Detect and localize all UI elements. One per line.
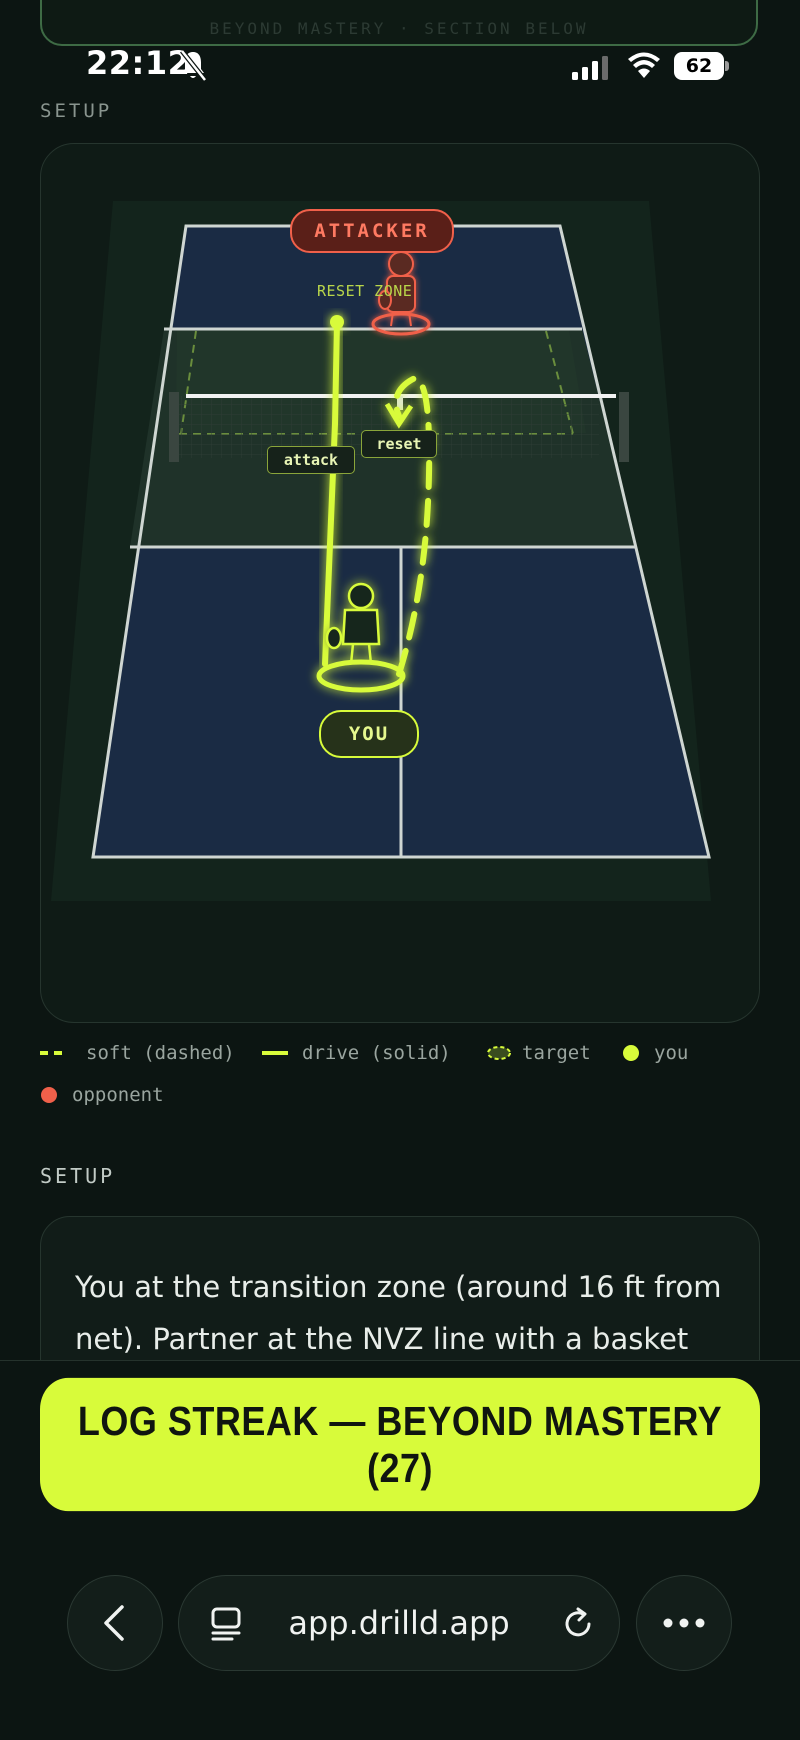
battery-indicator: 62 xyxy=(674,52,730,80)
diagram-section-label: SETUP xyxy=(40,100,113,122)
dashed-line-icon xyxy=(40,1051,64,1055)
cell-signal-icon xyxy=(572,56,608,80)
solid-line-icon xyxy=(262,1051,288,1055)
reload-icon[interactable] xyxy=(561,1606,597,1642)
court-diagram: ATTACKER RESET ZONE attack reset YOU xyxy=(40,143,760,1023)
court-svg xyxy=(51,201,711,901)
bell-slash-icon xyxy=(180,49,207,82)
more-icon xyxy=(663,1618,705,1628)
setup-text: You at the transition zone (around 16 ft… xyxy=(75,1270,722,1356)
setup-section-label: SETUP xyxy=(40,1164,116,1188)
more-button[interactable] xyxy=(636,1575,732,1671)
legend-you: you xyxy=(622,1042,688,1064)
legend-opponent: opponent xyxy=(40,1084,164,1106)
reset-tag: reset xyxy=(361,430,437,458)
you-badge: YOU xyxy=(319,710,419,758)
reset-zone-label: RESET ZONE xyxy=(317,282,413,300)
address-bar[interactable]: app.drilld.app xyxy=(178,1575,620,1671)
legend-you-label: you xyxy=(654,1042,689,1064)
legend-drive: drive (solid) xyxy=(262,1042,451,1064)
url-text[interactable]: app.drilld.app xyxy=(179,1576,619,1670)
legend-soft-label: soft (dashed) xyxy=(86,1042,235,1064)
attacker-badge: ATTACKER xyxy=(290,209,454,253)
legend-target-label: target xyxy=(522,1042,591,1064)
target-ring-icon xyxy=(487,1046,511,1060)
log-streak-button[interactable]: LOG STREAK — BEYOND MASTERY (27) xyxy=(40,1377,760,1512)
back-button[interactable] xyxy=(67,1575,163,1671)
previous-card: BEYOND MASTERY · SECTION BELOW xyxy=(40,0,758,46)
legend-soft: soft (dashed) xyxy=(40,1042,235,1064)
status-time: 22:12 xyxy=(86,44,191,82)
you-dot-icon xyxy=(623,1045,639,1061)
previous-card-text: BEYOND MASTERY · SECTION BELOW xyxy=(209,19,589,38)
legend-target: target xyxy=(486,1042,591,1064)
wifi-icon xyxy=(628,52,660,78)
opponent-dot-icon xyxy=(41,1087,57,1103)
chevron-left-icon xyxy=(104,1605,124,1641)
attack-tag: attack xyxy=(267,446,355,474)
legend-drive-label: drive (solid) xyxy=(302,1042,451,1064)
legend-opponent-label: opponent xyxy=(72,1084,164,1106)
battery-level: 62 xyxy=(674,52,724,80)
